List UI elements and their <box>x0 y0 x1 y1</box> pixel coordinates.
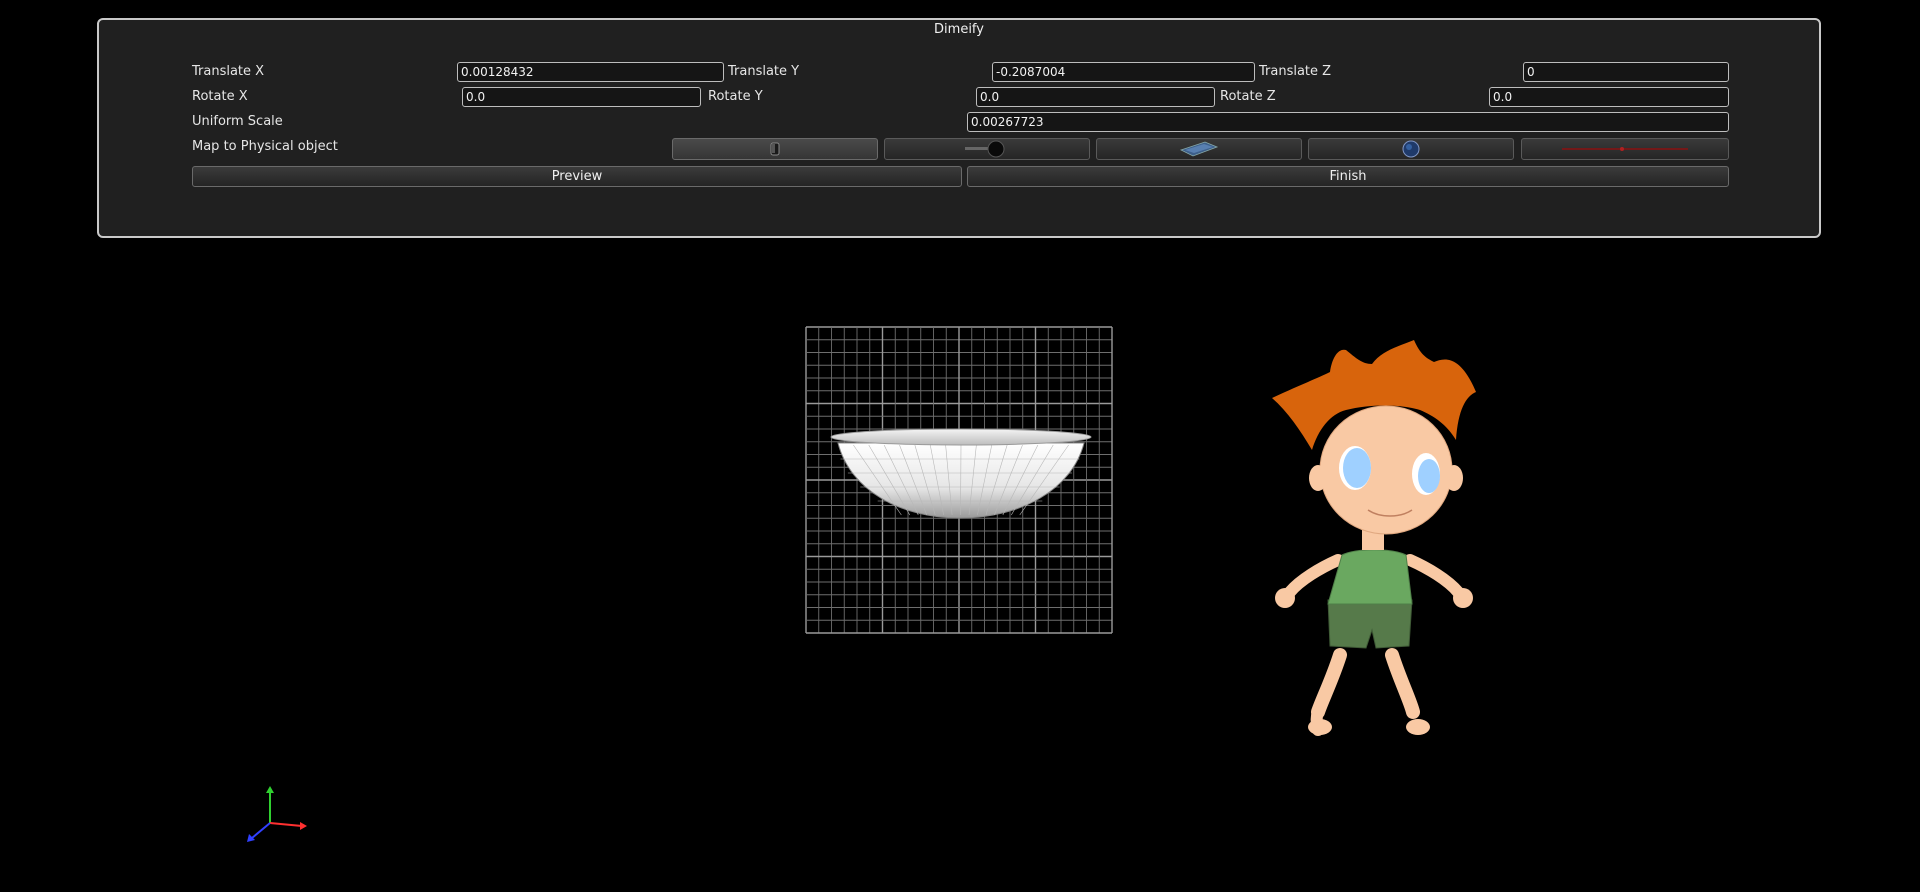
cartoon-boy-model[interactable] <box>1272 340 1476 736</box>
axis-gizmo <box>247 786 307 842</box>
3d-viewport[interactable] <box>0 0 1920 892</box>
